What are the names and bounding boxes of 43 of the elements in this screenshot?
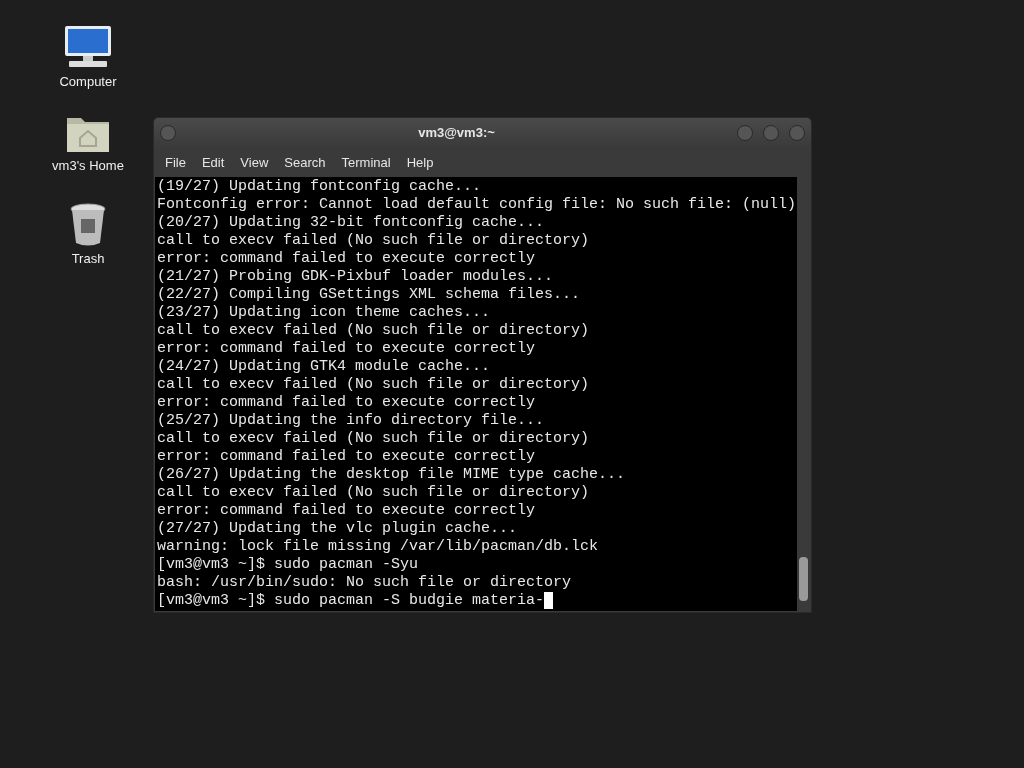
- terminal-line: call to execv failed (No such file or directory): [157, 322, 590, 340]
- terminal-line: [vm3@vm3 ~]$ sudo pacman -Syu: [157, 556, 419, 574]
- menu-item[interactable]: Terminal: [333, 152, 399, 173]
- minimize-button[interactable]: [737, 125, 753, 141]
- menu-item[interactable]: File: [157, 152, 194, 173]
- scrollbar-thumb[interactable]: [799, 557, 808, 601]
- terminal-line: call to execv failed (No such file or directory): [157, 430, 590, 448]
- terminal-line: Fontconfig error: Cannot load default config file: No such file: (null): [157, 196, 797, 214]
- desktop-icon-label[interactable]: Trash: [71, 249, 105, 269]
- scrollbar[interactable]: [797, 177, 810, 611]
- trash-icon: [69, 203, 107, 247]
- terminal-line: error: command failed to execute correctly: [157, 502, 536, 520]
- desktop-icon-label[interactable]: vm3's Home: [52, 155, 124, 175]
- menu-item[interactable]: View: [232, 152, 277, 173]
- terminal-line: (24/27) Updating GTK4 module cache...: [157, 358, 491, 376]
- terminal-line: (23/27) Updating icon theme caches...: [157, 304, 491, 322]
- terminal-line: error: command failed to execute correctly: [157, 250, 536, 268]
- terminal-line: [vm3@vm3 ~]$ sudo pacman -S budgie materia-: [157, 592, 545, 610]
- terminal-line: (21/27) Probing GDK-Pixbuf loader modules...: [157, 268, 554, 286]
- window-menu-button[interactable]: [160, 125, 176, 141]
- terminal-line: (20/27) Updating 32-bit fontconfig cache...: [157, 214, 545, 232]
- computer-monitor-icon: [63, 24, 113, 70]
- terminal-line: call to execv failed (No such file or directory): [157, 232, 590, 250]
- terminal-line: bash: /usr/bin/sudo: No such file or directory: [157, 574, 572, 592]
- menu-item[interactable]: Edit: [193, 152, 233, 173]
- terminal-line: (27/27) Updating the vlc plugin cache...: [157, 520, 518, 538]
- terminal-line: error: command failed to execute correctly: [157, 448, 536, 466]
- terminal-line: error: command failed to execute correctly: [157, 394, 536, 412]
- menu-item[interactable]: Search: [276, 152, 334, 173]
- terminal-line: call to execv failed (No such file or directory): [157, 484, 590, 502]
- terminal-line: (19/27) Updating fontconfig cache...: [157, 178, 482, 196]
- terminal-line: (25/27) Updating the info directory file...: [157, 412, 545, 430]
- desktop-icon-label[interactable]: Computer: [59, 72, 117, 92]
- terminal-line: call to execv failed (No such file or directory): [157, 376, 590, 394]
- text-cursor: [544, 592, 554, 609]
- terminal-line: (22/27) Compiling GSettings XML schema files...: [157, 286, 581, 304]
- terminal-line: warning: lock file missing /var/lib/pacman/db.lck: [157, 538, 599, 556]
- maximize-button[interactable]: [763, 125, 779, 141]
- close-button[interactable]: [789, 125, 805, 141]
- menu-item[interactable]: Help: [398, 152, 442, 173]
- terminal-line: (26/27) Updating the desktop file MIME type cache...: [157, 466, 626, 484]
- terminal-line: error: command failed to execute correctly: [157, 340, 536, 358]
- window-title: vm3@vm3:~: [417, 124, 496, 143]
